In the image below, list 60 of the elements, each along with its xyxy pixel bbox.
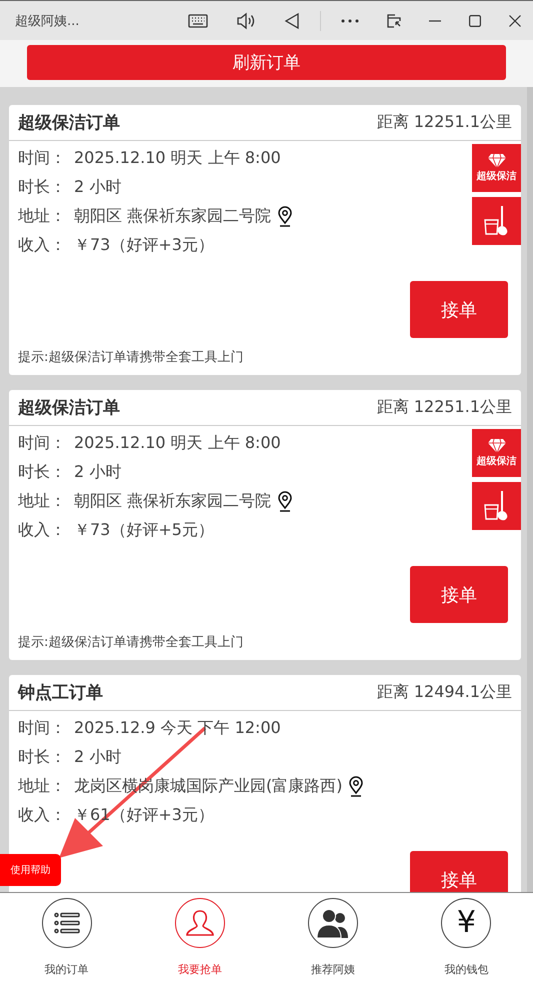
refresh-button[interactable]: 刷新订单 [27,45,506,80]
field-label: 收入： [18,520,67,541]
field-label: 地址： [18,206,67,227]
more-icon[interactable] [341,18,359,22]
close-icon[interactable] [509,14,521,26]
list-icon [54,912,80,934]
diamond-icon [486,438,506,454]
accept-order-button[interactable]: 接单 [410,281,508,338]
location-pin-icon[interactable] [277,491,294,512]
maximize-icon[interactable] [469,14,481,26]
field-label: 收入： [18,235,67,256]
diamond-icon [486,153,506,169]
field-value: 2025.12.9 今天 下午 12:00 [74,718,281,739]
back-icon[interactable] [284,12,300,30]
order-title: 超级保洁订单 [18,397,120,419]
nav-tab[interactable]: ¥ 我的钱包 [400,893,533,988]
order-tip: 提示:超级保洁订单请携带全套工具上门 [17,634,244,652]
minimize-icon[interactable] [429,20,441,22]
super-clean-badge: 超级保洁 [472,144,521,192]
order-title: 钟点工订单 [18,682,103,704]
field-value: ￥73（好评+3元） [74,235,214,256]
nav-tab[interactable]: 推荐阿姨 [266,893,400,988]
field-label: 时长： [18,747,67,768]
field-value: ￥61（好评+3元） [74,805,214,826]
nav-tab[interactable]: 我的订单 [0,893,134,988]
help-button[interactable]: 使用帮助 [0,854,61,886]
field-label: 地址： [18,491,67,512]
window-title: 超级阿姨... [15,12,80,30]
people-icon [316,908,350,938]
field-label: 时间： [18,148,67,169]
field-value: 2 小时 [74,462,122,483]
order-distance: 距离 12251.1公里 [376,112,512,133]
field-value: 2025.12.10 明天 上午 8:00 [74,433,281,454]
order-distance: 距离 12494.1公里 [376,682,512,703]
snap-icon[interactable] [387,14,401,28]
order-tip: 提示:超级保洁订单请携带全套工具上门 [17,349,244,367]
super-clean-badge: 超级保洁 [472,429,521,477]
accept-order-button[interactable]: 接单 [410,566,508,623]
field-label: 时长： [18,177,67,198]
location-pin-icon[interactable] [277,206,294,227]
yuan-symbol: ¥ [456,908,476,938]
field-value: 2 小时 [74,747,122,768]
field-value: 2025.12.10 明天 上午 8:00 [74,148,281,169]
field-label: 时长： [18,462,67,483]
field-value: 朝阳区 燕保祈东家园二号院 [74,491,272,512]
field-label: 时间： [18,718,67,739]
field-value: 2 小时 [74,177,122,198]
person-icon [184,909,215,937]
field-label: 地址： [18,776,67,797]
field-label: 时间： [18,433,67,454]
speaker-icon[interactable] [236,12,256,30]
field-value: ￥73（好评+5元） [74,520,214,541]
location-pin-icon[interactable] [348,776,364,797]
order-distance: 距离 12251.1公里 [376,397,512,418]
keyboard-icon[interactable] [188,14,208,28]
accept-order-button[interactable]: 接单 [410,851,508,892]
field-value: 朝阳区 燕保祈东家园二号院 [74,206,272,227]
order-title: 超级保洁订单 [18,112,120,134]
field-label: 收入： [18,805,67,826]
nav-tab[interactable]: 我要抢单 [133,893,266,988]
